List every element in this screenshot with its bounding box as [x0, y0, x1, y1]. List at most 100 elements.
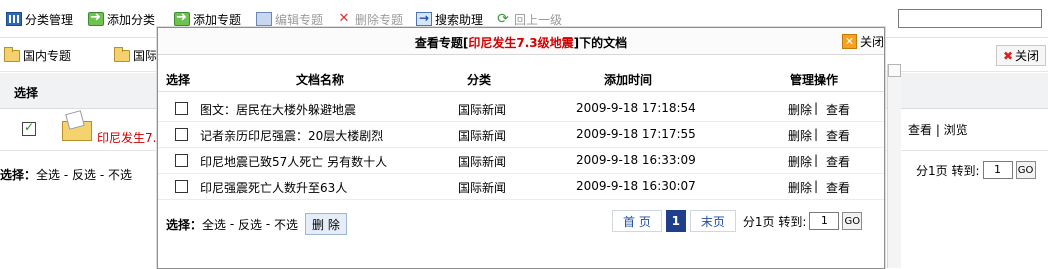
delete-link[interactable]: 删除 — [788, 153, 812, 170]
delete-link[interactable]: 删除 — [788, 179, 812, 196]
dialog-close-button[interactable]: ✕ 关闭 — [842, 33, 884, 50]
add-category-label: 添加分类 — [107, 12, 156, 27]
dialog-title-topic: 印尼发生7.3级地震 — [468, 36, 574, 50]
document-time: 2009-9-18 16:30:07 — [576, 179, 696, 193]
background-pages-info: 分1页 — [916, 163, 948, 178]
delete-selected-button[interactable]: 删 除 — [305, 213, 347, 235]
dialog-goto-label: 转到: — [778, 214, 807, 229]
column-document-name: 文档名称 — [296, 73, 345, 87]
dialog-pager: 首 页 1 末页 分1页 转到: 1 GO — [612, 210, 863, 232]
column-select: 选择 — [166, 73, 191, 87]
dialog-select-none[interactable]: 不选 — [274, 216, 298, 233]
row-checkbox[interactable] — [175, 102, 188, 115]
dialog-invert[interactable]: 反选 — [238, 216, 262, 233]
background-pager: 分1页 转到: 1 GO — [916, 161, 1036, 179]
background-page-input[interactable]: 1 — [982, 161, 1013, 179]
separator: | — [814, 179, 819, 193]
row-checkbox[interactable] — [175, 180, 188, 193]
background-topic-checkbox[interactable] — [22, 120, 36, 136]
grid-icon — [6, 12, 22, 26]
scroll-up-arrow[interactable] — [888, 64, 901, 77]
close-icon: ✖ — [1002, 48, 1014, 63]
current-page-indicator[interactable]: 1 — [665, 210, 686, 232]
folder-icon — [4, 46, 20, 62]
dialog-page-input[interactable]: 1 — [809, 212, 840, 230]
search-assistant-label: 搜索助理 — [435, 12, 484, 27]
document-name[interactable]: 印尼地震已致57人死亡 另有数十人 — [200, 153, 387, 170]
document-name[interactable]: 图文：居民在大楼外躲避地震 — [200, 101, 356, 118]
dialog-title: 查看专题[印尼发生7.3级地震]下的文档 — [158, 34, 884, 51]
separator: | — [814, 127, 819, 141]
document-row: 图文：居民在大楼外躲避地震 国际新闻 2009-9-18 17:18:54 删除… — [158, 96, 884, 122]
add-arrow-icon — [174, 10, 190, 26]
background-select-bar: 选择：全选 - 反选 - 不选 — [0, 168, 132, 182]
dialog-scrollbar[interactable] — [887, 64, 901, 268]
search-assistant-button[interactable]: 搜索助理 — [416, 10, 483, 28]
view-link[interactable]: 查看 — [826, 127, 850, 144]
search-assistant-icon — [416, 11, 432, 26]
category-domestic[interactable]: 国内专题 — [4, 46, 72, 64]
dialog-select-label: 选择： — [166, 217, 203, 232]
background-select-header: 选择 — [14, 86, 39, 100]
first-page-button[interactable]: 首 页 — [612, 210, 662, 232]
category-manage-button[interactable]: 分类管理 — [6, 10, 73, 28]
delete-topic-button[interactable]: ✕ 删除专题 — [336, 10, 403, 28]
background-go-button[interactable]: GO — [1015, 161, 1036, 179]
dialog-close-label: 关闭 — [860, 35, 885, 49]
background-select-none[interactable]: 不选 — [108, 168, 132, 182]
dialog-title-prefix: 查看专题[ — [414, 36, 469, 50]
close-icon: ✕ — [842, 34, 857, 49]
document-time: 2009-9-18 17:18:54 — [576, 101, 696, 115]
row-checkbox[interactable] — [175, 154, 188, 167]
background-close-label: 关闭 — [1015, 49, 1040, 63]
column-category: 分类 — [467, 73, 492, 87]
background-close-button[interactable]: ✖ 关闭 — [996, 45, 1046, 66]
column-added-time: 添加时间 — [604, 73, 653, 87]
category-international-label: 国际 — [133, 49, 158, 63]
document-name[interactable]: 印尼强震死亡人数升至63人 — [200, 179, 347, 196]
folder-icon — [114, 46, 130, 62]
document-time: 2009-9-18 16:33:09 — [576, 153, 696, 167]
top-search-input[interactable] — [898, 9, 1042, 28]
dialog-title-bar: 查看专题[印尼发生7.3级地震]下的文档 ✕ 关闭 — [158, 28, 884, 55]
category-international[interactable]: 国际 — [114, 46, 158, 64]
document-row: 印尼地震已致57人死亡 另有数十人 国际新闻 2009-9-18 16:33:0… — [158, 148, 884, 174]
document-name[interactable]: 记者亲历印尼强震：20层大楼剧烈 — [200, 127, 383, 144]
edit-topic-button[interactable]: 编辑专题 — [256, 10, 323, 28]
background-topic-link[interactable]: 印尼发生7.3 — [97, 129, 164, 146]
view-link[interactable]: 查看 — [826, 153, 850, 170]
document-row: 记者亲历印尼强震：20层大楼剧烈 国际新闻 2009-9-18 17:17:55… — [158, 122, 884, 148]
document-category: 国际新闻 — [458, 129, 507, 143]
add-category-button[interactable]: 添加分类 — [88, 10, 155, 28]
delete-icon: ✕ — [338, 11, 350, 26]
separator: | — [814, 153, 819, 167]
delete-link[interactable]: 删除 — [788, 101, 812, 118]
add-topic-button[interactable]: 添加专题 — [174, 10, 241, 28]
background-goto-label: 转到: — [951, 163, 980, 178]
dialog-select-bar: 选择： 全选 - 反选 - 不选 删 除 — [166, 213, 347, 235]
category-domestic-label: 国内专题 — [23, 49, 72, 63]
document-list-header: 选择 文档名称 分类 添加时间 管理操作 — [158, 65, 884, 92]
separator: | — [814, 101, 819, 115]
document-category: 国际新闻 — [458, 181, 507, 195]
add-arrow-icon — [88, 10, 104, 26]
delete-link[interactable]: 删除 — [788, 127, 812, 144]
last-page-button[interactable]: 末页 — [689, 210, 736, 232]
category-manage-label: 分类管理 — [25, 12, 74, 27]
view-topic-documents-dialog: 查看专题[印尼发生7.3级地震]下的文档 ✕ 关闭 选择 文档名称 分类 添加时… — [157, 27, 901, 269]
background-select-all[interactable]: 全选 — [36, 168, 60, 182]
dialog-pages-info: 分1页 — [742, 214, 775, 229]
view-link[interactable]: 查看 — [826, 179, 850, 196]
edit-icon — [256, 12, 272, 26]
dialog-select-all[interactable]: 全选 — [202, 216, 226, 233]
document-time: 2009-9-18 17:17:55 — [576, 127, 696, 141]
row-checkbox[interactable] — [175, 128, 188, 141]
document-row: 印尼强震死亡人数升至63人 国际新闻 2009-9-18 16:30:07 删除… — [158, 174, 884, 200]
background-invert[interactable]: 反选 — [72, 168, 96, 182]
back-up-button[interactable]: ⟳ 回上一级 — [495, 10, 562, 28]
dialog-title-suffix: ]下的文档 — [573, 36, 628, 50]
background-topic-ops[interactable]: 查看 | 浏览 — [908, 121, 968, 138]
delete-topic-label: 删除专题 — [355, 12, 404, 27]
dialog-go-button[interactable]: GO — [842, 212, 863, 230]
view-link[interactable]: 查看 — [826, 101, 850, 118]
